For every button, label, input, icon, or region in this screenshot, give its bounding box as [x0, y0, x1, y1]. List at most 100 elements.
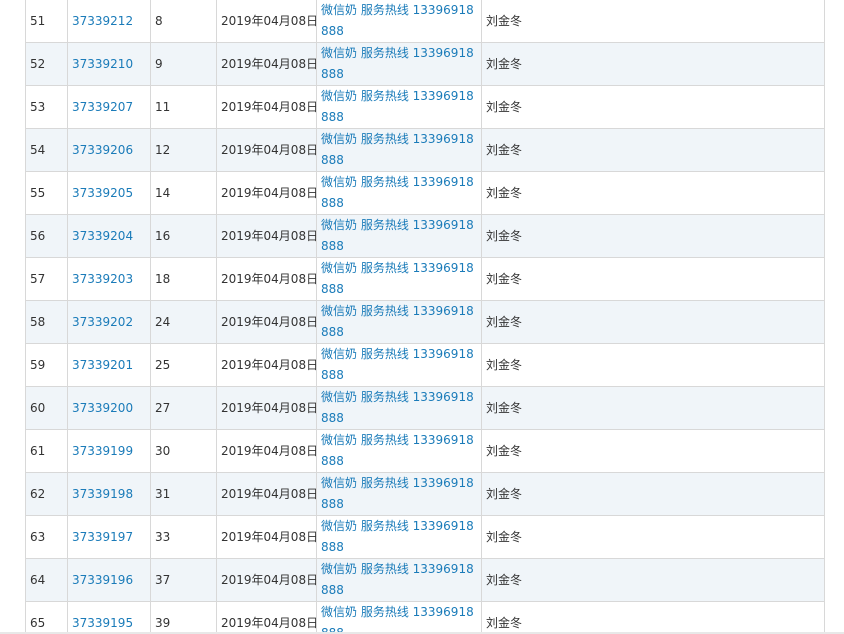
date-cell: 2019年04月08日 [216, 558, 317, 602]
date-cell: 2019年04月08日 [216, 0, 317, 43]
record-id-cell: 37339202 [67, 300, 151, 344]
table-row: 57 37339203 18 2019年04月08日 微信奶 服务热线 1339… [25, 257, 825, 301]
date-cell: 2019年04月08日 [216, 214, 317, 258]
page-count-cell: 18 [150, 257, 217, 301]
row-number-cell: 56 [25, 214, 68, 258]
row-number-cell: 57 [25, 257, 68, 301]
page-count-cell: 11 [150, 85, 217, 129]
record-id-link[interactable]: 37339195 [72, 616, 133, 630]
title-cell: 微信奶 服务热线 13396918888 [316, 0, 482, 43]
page-count-cell: 14 [150, 171, 217, 215]
title-link[interactable]: 微信奶 服务热线 13396918888 [321, 261, 474, 296]
page-count-cell: 8 [150, 0, 217, 43]
date-cell: 2019年04月08日 [216, 85, 317, 129]
table-row: 59 37339201 25 2019年04月08日 微信奶 服务热线 1339… [25, 343, 825, 387]
row-number-cell: 61 [25, 429, 68, 473]
record-id-link[interactable]: 37339197 [72, 530, 133, 544]
page-count-cell: 27 [150, 386, 217, 430]
title-link[interactable]: 微信奶 服务热线 13396918888 [321, 519, 474, 554]
date-cell: 2019年04月08日 [216, 343, 317, 387]
record-id-cell: 37339205 [67, 171, 151, 215]
name-cell: 刘金冬 [481, 601, 825, 634]
row-number-cell: 55 [25, 171, 68, 215]
name-cell: 刘金冬 [481, 0, 825, 43]
record-id-link[interactable]: 37339200 [72, 401, 133, 415]
record-id-cell: 37339196 [67, 558, 151, 602]
record-id-link[interactable]: 37339207 [72, 100, 133, 114]
record-id-cell: 37339195 [67, 601, 151, 634]
record-id-link[interactable]: 37339212 [72, 14, 133, 28]
table-row: 56 37339204 16 2019年04月08日 微信奶 服务热线 1339… [25, 214, 825, 258]
row-number-cell: 53 [25, 85, 68, 129]
title-link[interactable]: 微信奶 服务热线 13396918888 [321, 433, 474, 468]
title-link[interactable]: 微信奶 服务热线 13396918888 [321, 390, 474, 425]
title-cell: 微信奶 服务热线 13396918888 [316, 472, 482, 516]
table-row: 53 37339207 11 2019年04月08日 微信奶 服务热线 1339… [25, 85, 825, 129]
record-id-cell: 37339197 [67, 515, 151, 559]
record-id-cell: 37339199 [67, 429, 151, 473]
name-cell: 刘金冬 [481, 171, 825, 215]
title-link[interactable]: 微信奶 服务热线 13396918888 [321, 562, 474, 597]
record-id-cell: 37339212 [67, 0, 151, 43]
title-link[interactable]: 微信奶 服务热线 13396918888 [321, 347, 474, 382]
record-id-link[interactable]: 37339205 [72, 186, 133, 200]
page: 51 37339212 8 2019年04月08日 微信奶 服务热线 13396… [0, 0, 844, 634]
record-id-cell: 37339200 [67, 386, 151, 430]
name-cell: 刘金冬 [481, 214, 825, 258]
table-row: 65 37339195 39 2019年04月08日 微信奶 服务热线 1339… [25, 601, 825, 634]
record-id-cell: 37339201 [67, 343, 151, 387]
title-link[interactable]: 微信奶 服务热线 13396918888 [321, 304, 474, 339]
record-id-cell: 37339207 [67, 85, 151, 129]
title-link[interactable]: 微信奶 服务热线 13396918888 [321, 89, 474, 124]
title-cell: 微信奶 服务热线 13396918888 [316, 128, 482, 172]
title-cell: 微信奶 服务热线 13396918888 [316, 601, 482, 634]
title-link[interactable]: 微信奶 服务热线 13396918888 [321, 46, 474, 81]
table-row: 54 37339206 12 2019年04月08日 微信奶 服务热线 1339… [25, 128, 825, 172]
name-cell: 刘金冬 [481, 558, 825, 602]
title-cell: 微信奶 服务热线 13396918888 [316, 214, 482, 258]
name-cell: 刘金冬 [481, 128, 825, 172]
title-link[interactable]: 微信奶 服务热线 13396918888 [321, 605, 474, 634]
page-count-cell: 9 [150, 42, 217, 86]
record-id-link[interactable]: 37339206 [72, 143, 133, 157]
table-row: 58 37339202 24 2019年04月08日 微信奶 服务热线 1339… [25, 300, 825, 344]
record-id-link[interactable]: 37339202 [72, 315, 133, 329]
title-link[interactable]: 微信奶 服务热线 13396918888 [321, 3, 474, 38]
row-number-cell: 65 [25, 601, 68, 634]
date-cell: 2019年04月08日 [216, 171, 317, 215]
record-id-link[interactable]: 37339203 [72, 272, 133, 286]
row-number-cell: 54 [25, 128, 68, 172]
row-number-cell: 64 [25, 558, 68, 602]
table-row: 55 37339205 14 2019年04月08日 微信奶 服务热线 1339… [25, 171, 825, 215]
name-cell: 刘金冬 [481, 42, 825, 86]
title-link[interactable]: 微信奶 服务热线 13396918888 [321, 175, 474, 210]
title-cell: 微信奶 服务热线 13396918888 [316, 85, 482, 129]
title-cell: 微信奶 服务热线 13396918888 [316, 171, 482, 215]
name-cell: 刘金冬 [481, 257, 825, 301]
record-id-link[interactable]: 37339198 [72, 487, 133, 501]
title-link[interactable]: 微信奶 服务热线 13396918888 [321, 476, 474, 511]
row-number-cell: 51 [25, 0, 68, 43]
row-number-cell: 63 [25, 515, 68, 559]
record-id-link[interactable]: 37339196 [72, 573, 133, 587]
record-id-link[interactable]: 37339201 [72, 358, 133, 372]
page-count-cell: 12 [150, 128, 217, 172]
record-id-cell: 37339203 [67, 257, 151, 301]
title-link[interactable]: 微信奶 服务热线 13396918888 [321, 218, 474, 253]
title-link[interactable]: 微信奶 服务热线 13396918888 [321, 132, 474, 167]
title-cell: 微信奶 服务热线 13396918888 [316, 42, 482, 86]
name-cell: 刘金冬 [481, 343, 825, 387]
page-count-cell: 31 [150, 472, 217, 516]
record-id-link[interactable]: 37339199 [72, 444, 133, 458]
date-cell: 2019年04月08日 [216, 42, 317, 86]
record-id-link[interactable]: 37339210 [72, 57, 133, 71]
name-cell: 刘金冬 [481, 429, 825, 473]
date-cell: 2019年04月08日 [216, 128, 317, 172]
title-cell: 微信奶 服务热线 13396918888 [316, 429, 482, 473]
table-row: 63 37339197 33 2019年04月08日 微信奶 服务热线 1339… [25, 515, 825, 559]
title-cell: 微信奶 服务热线 13396918888 [316, 558, 482, 602]
record-id-cell: 37339198 [67, 472, 151, 516]
record-id-link[interactable]: 37339204 [72, 229, 133, 243]
records-table: 51 37339212 8 2019年04月08日 微信奶 服务热线 13396… [25, 0, 825, 634]
date-cell: 2019年04月08日 [216, 300, 317, 344]
